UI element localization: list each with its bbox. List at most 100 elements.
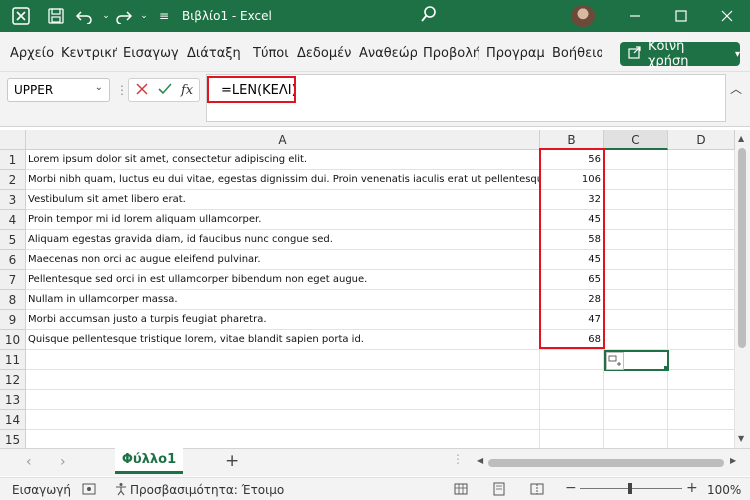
minimize-button[interactable]: [612, 0, 658, 32]
cell-c[interactable]: [604, 230, 668, 250]
sheet-options-icon[interactable]: ⋮: [452, 452, 464, 466]
share-button[interactable]: Κοινή χρήση ▾: [620, 39, 740, 69]
cell-c[interactable]: [604, 170, 668, 190]
row-header[interactable]: 9: [0, 310, 26, 330]
cell-a[interactable]: [26, 350, 540, 370]
tab-review[interactable]: Αναθεώρηση: [359, 46, 417, 61]
redo-dropdown-icon[interactable]: ⌄: [133, 5, 155, 27]
row-header[interactable]: 2: [0, 170, 26, 190]
accessibility-icon[interactable]: [114, 482, 128, 499]
scroll-down-icon[interactable]: ▼: [738, 434, 744, 443]
cell-d[interactable]: [668, 330, 735, 350]
cell-a[interactable]: Proin tempor mi id lorem aliquam ullamco…: [26, 210, 540, 230]
row-header[interactable]: 6: [0, 250, 26, 270]
cell-d[interactable]: [668, 250, 735, 270]
zoom-slider-thumb[interactable]: [628, 483, 632, 494]
cancel-icon[interactable]: [135, 82, 149, 99]
tab-formulas[interactable]: Τύποι: [253, 46, 289, 61]
cell-c[interactable]: [604, 290, 668, 310]
page-break-view-icon[interactable]: [530, 482, 544, 499]
horizontal-scroll-thumb[interactable]: [488, 459, 724, 467]
macro-recording-icon[interactable]: [82, 482, 96, 499]
vertical-scroll-thumb[interactable]: [738, 148, 746, 348]
row-header[interactable]: 11: [0, 350, 26, 370]
scroll-up-icon[interactable]: ▲: [738, 134, 744, 143]
cell-c[interactable]: [604, 390, 668, 410]
row-header[interactable]: 12: [0, 370, 26, 390]
cell-a[interactable]: Nullam in ullamcorper massa.: [26, 290, 540, 310]
row-header[interactable]: 10: [0, 330, 26, 350]
zoom-level[interactable]: 100%: [707, 483, 741, 497]
row-header[interactable]: 7: [0, 270, 26, 290]
chevron-down-icon[interactable]: ▾: [735, 49, 740, 60]
cell-c[interactable]: [604, 430, 668, 448]
row-header[interactable]: 13: [0, 390, 26, 410]
cell-b[interactable]: [540, 390, 604, 410]
customize-toolbar-icon[interactable]: ≡: [153, 5, 175, 27]
cell-b[interactable]: [540, 430, 604, 448]
fill-handle[interactable]: [664, 366, 669, 371]
cell-d[interactable]: [668, 350, 735, 370]
cell-b[interactable]: [540, 410, 604, 430]
vertical-scrollbar[interactable]: ▲ ▼: [735, 130, 750, 448]
zoom-in-button[interactable]: +: [686, 480, 698, 496]
cell-c[interactable]: [604, 150, 668, 170]
cell-d[interactable]: [668, 310, 735, 330]
tab-insert[interactable]: Εισαγωγή: [123, 46, 178, 61]
enter-icon[interactable]: [157, 82, 173, 99]
tab-page-layout[interactable]: Διάταξη σελίδας: [187, 46, 244, 61]
cell-a[interactable]: Maecenas non orci ac augue eleifend pulv…: [26, 250, 540, 270]
column-header-d[interactable]: D: [668, 130, 735, 150]
row-header[interactable]: 5: [0, 230, 26, 250]
worksheet-grid[interactable]: A B C D 1 Lorem ipsum dolor sit amet, con…: [0, 130, 735, 448]
scroll-left-icon[interactable]: ◀: [477, 456, 483, 465]
cell-d[interactable]: [668, 430, 735, 448]
row-header[interactable]: 1: [0, 150, 26, 170]
cell-a[interactable]: Aliquam egestas gravida diam, id faucibu…: [26, 230, 540, 250]
maximize-button[interactable]: [658, 0, 704, 32]
undo-icon[interactable]: [73, 5, 95, 27]
quick-analysis-icon[interactable]: [606, 352, 624, 370]
cell-c[interactable]: [604, 270, 668, 290]
column-header-a[interactable]: A: [26, 130, 540, 150]
cell-d[interactable]: [668, 370, 735, 390]
cell-c[interactable]: [604, 310, 668, 330]
cell-a[interactable]: Pellentesque sed orci in est ullamcorper…: [26, 270, 540, 290]
zoom-out-button[interactable]: −: [565, 480, 577, 496]
row-header[interactable]: 8: [0, 290, 26, 310]
cell-c[interactable]: [604, 190, 668, 210]
cell-c[interactable]: [604, 330, 668, 350]
cell-a[interactable]: [26, 410, 540, 430]
cell-a[interactable]: [26, 390, 540, 410]
cell-b[interactable]: [540, 370, 604, 390]
cell-d[interactable]: [668, 190, 735, 210]
search-icon[interactable]: [420, 5, 438, 28]
tab-data[interactable]: Δεδομένα: [297, 46, 351, 61]
page-layout-view-icon[interactable]: [492, 482, 506, 499]
cell-d[interactable]: [668, 150, 735, 170]
cell-d[interactable]: [668, 210, 735, 230]
chevron-down-icon[interactable]: ⌄: [95, 82, 103, 93]
chevron-left-icon[interactable]: ‹: [26, 454, 32, 470]
tab-file[interactable]: Αρχείο: [10, 46, 56, 61]
cell-d[interactable]: [668, 290, 735, 310]
cell-d[interactable]: [668, 270, 735, 290]
sheet-tab[interactable]: Φύλλο1: [115, 448, 183, 474]
collapse-formula-icon[interactable]: ︿: [730, 80, 742, 97]
cell-c[interactable]: [604, 370, 668, 390]
cell-d[interactable]: [668, 390, 735, 410]
tab-help[interactable]: Βοήθεια: [552, 46, 602, 61]
cell-c[interactable]: [604, 250, 668, 270]
select-all-corner[interactable]: [0, 130, 26, 150]
row-header[interactable]: 15: [0, 430, 26, 448]
cell-a[interactable]: [26, 370, 540, 390]
avatar[interactable]: [571, 5, 595, 27]
row-header[interactable]: 3: [0, 190, 26, 210]
cell-d[interactable]: [668, 410, 735, 430]
cell-a[interactable]: Vestibulum sit amet libero erat.: [26, 190, 540, 210]
tab-view[interactable]: Προβολή: [423, 46, 479, 61]
normal-view-icon[interactable]: [454, 482, 468, 499]
save-icon[interactable]: [45, 5, 67, 27]
redo-icon[interactable]: [113, 5, 135, 27]
cell-a[interactable]: Lorem ipsum dolor sit amet, consectetur …: [26, 150, 540, 170]
